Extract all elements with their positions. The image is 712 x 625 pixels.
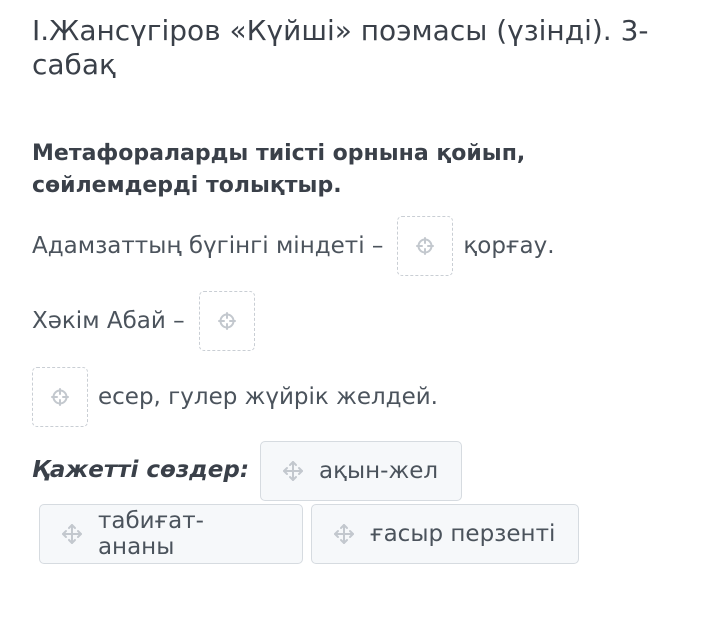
sentence-1-before: Адамзаттың бүгінгі міндеті – xyxy=(32,233,384,259)
drop-target-3[interactable] xyxy=(32,367,88,427)
sentence-3-after: есер, гулер жүйрік желдей. xyxy=(98,384,438,410)
task-instruction: Метафораларды тиісті орнына қойып, сөйле… xyxy=(32,141,526,198)
sentence-3: есер, гулер жүйрік желдей. xyxy=(32,365,438,429)
word-chip-label: ғасыр перзенті xyxy=(370,521,556,547)
sentence-1: Адамзаттың бүгінгі міндеті – қорғау. xyxy=(32,214,555,278)
required-words-label: Қажетті сөздер: xyxy=(32,457,250,483)
sentence-2: Хәкім Абай – xyxy=(32,289,265,353)
sentence-2-before: Хәкім Абай – xyxy=(32,308,185,334)
move-icon xyxy=(281,459,305,483)
page-title: І.Жансүгіров «Күйші» поэмасы (үзінді). 3… xyxy=(32,14,649,81)
move-icon xyxy=(413,234,437,258)
word-chip-akyn-zhel[interactable]: ақын-жел xyxy=(260,441,462,501)
word-chip-label: табиғат-ананы xyxy=(97,508,204,560)
drop-target-1[interactable] xyxy=(397,216,454,276)
move-icon xyxy=(48,385,72,409)
move-icon xyxy=(332,522,356,546)
word-chip-gasyr-perzenti[interactable]: ғасыр перзенті xyxy=(311,504,579,564)
sentence-1-after: қорғау. xyxy=(463,233,555,259)
move-icon xyxy=(215,309,239,333)
move-icon xyxy=(60,522,84,546)
word-chip-label: ақын-жел xyxy=(319,458,439,484)
drop-target-2[interactable] xyxy=(198,291,255,351)
word-chip-tabigat-anany[interactable]: табиғат-ананы xyxy=(39,504,303,564)
